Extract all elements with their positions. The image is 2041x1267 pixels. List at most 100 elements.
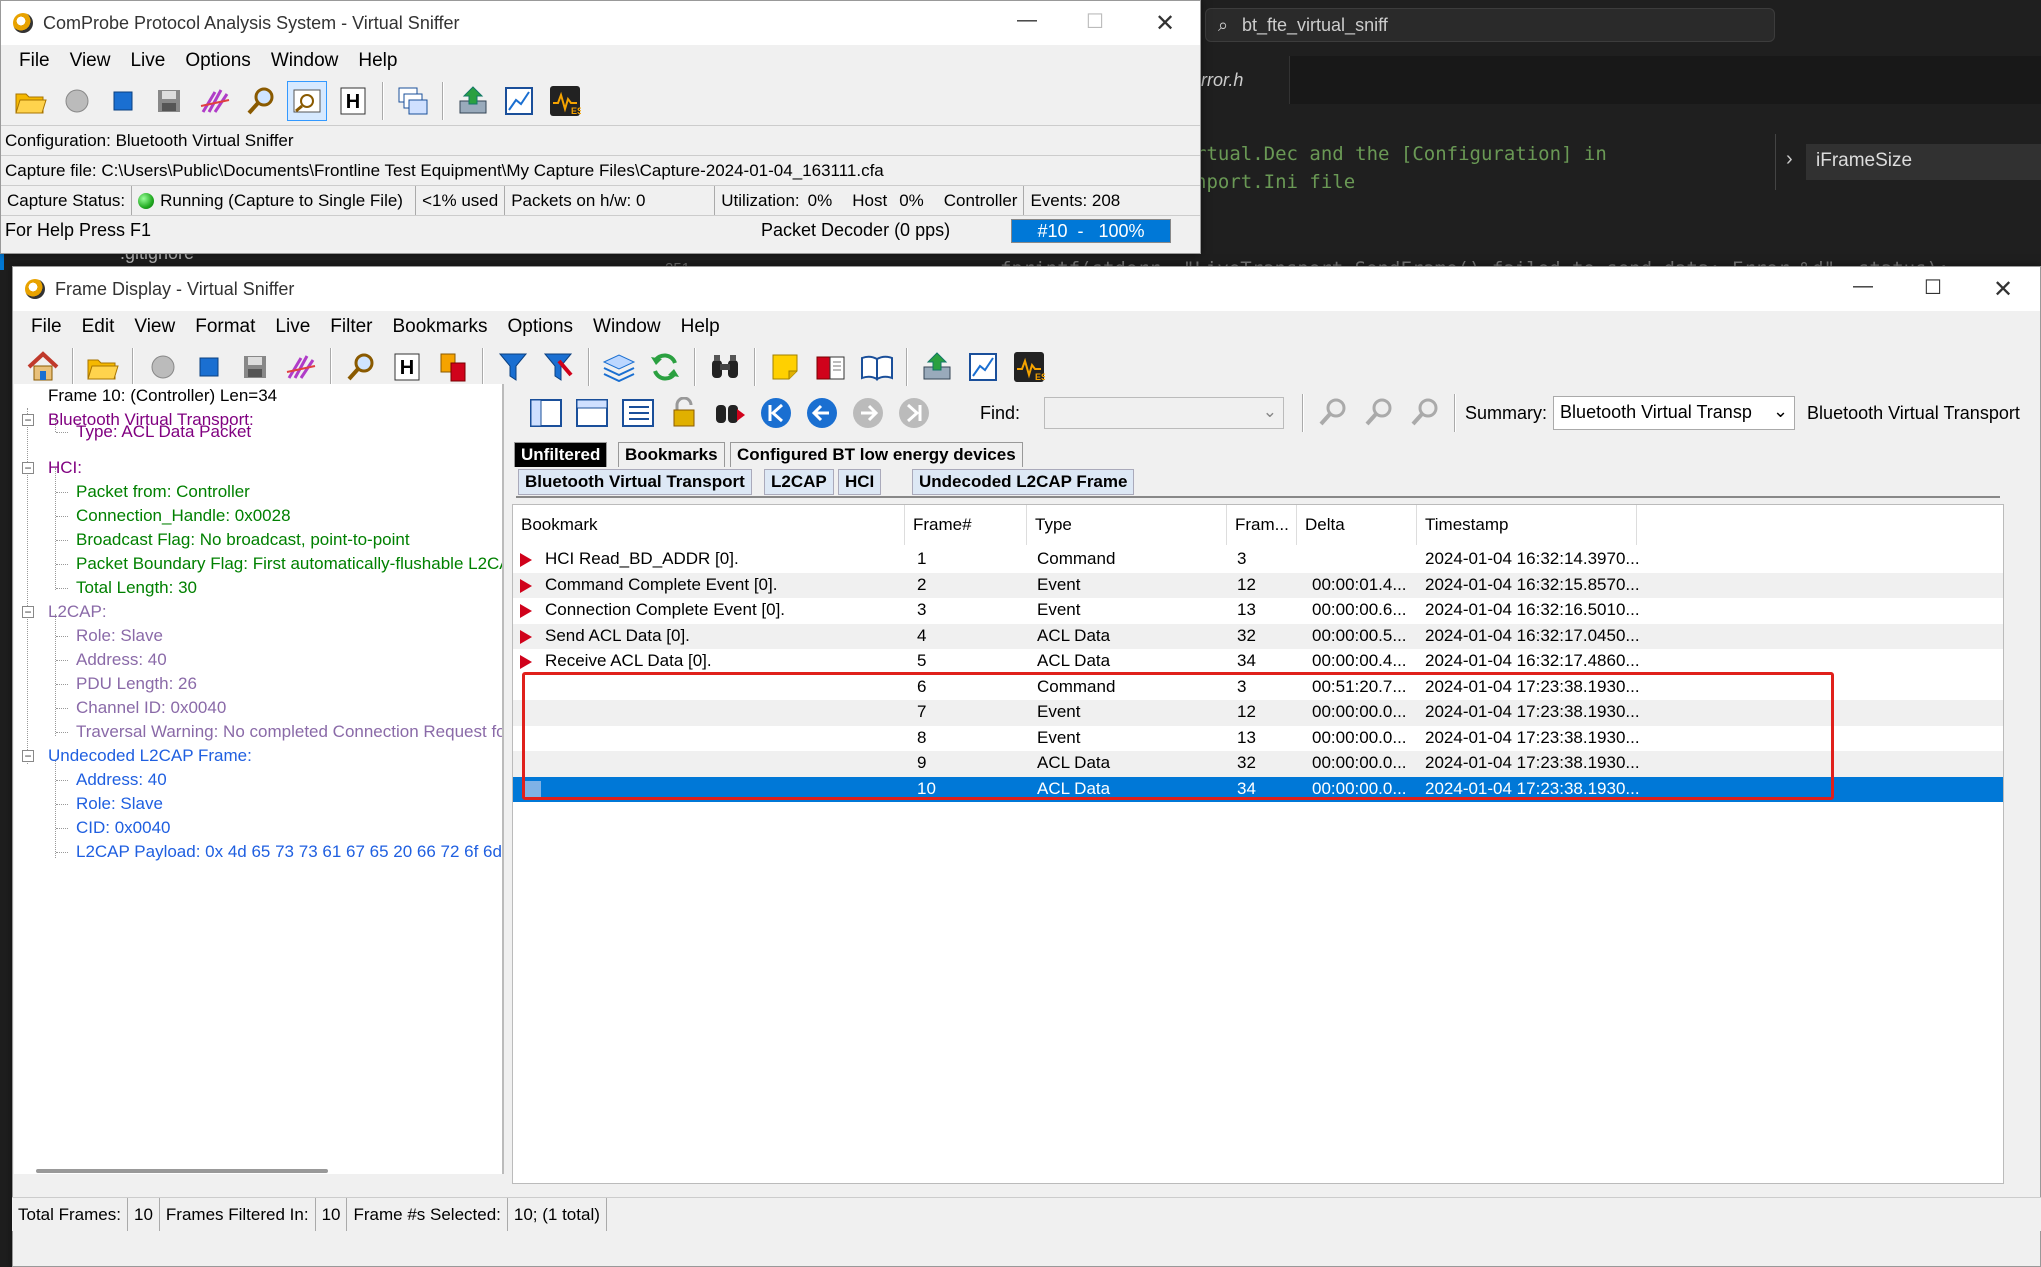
clear-button[interactable]	[195, 81, 235, 121]
collapse-icon[interactable]: −	[22, 462, 34, 474]
first-frame-button[interactable]	[756, 393, 796, 433]
menu-live[interactable]: Live	[265, 316, 320, 338]
ide-tab-error-h[interactable]: rror.h	[1195, 56, 1290, 104]
export-button[interactable]	[917, 347, 957, 387]
tree-horizontal-scrollbar[interactable]	[36, 1169, 328, 1173]
find-next-button[interactable]	[1405, 393, 1445, 433]
column-header-frame-size[interactable]: Fram...	[1227, 505, 1297, 545]
tree-l2cap-traversal-warning[interactable]: Traversal Warning: No completed Connecti…	[76, 720, 502, 744]
column-header-bookmark[interactable]: Bookmark	[513, 505, 905, 545]
table-row[interactable]: Command Complete Event [0]. 2 Event 12 0…	[513, 572, 2003, 598]
maximize-button[interactable]: ☐	[1913, 275, 1953, 303]
decode-tree-pane[interactable]: Frame 10: (Controller) Len=34 − Bluetoot…	[14, 384, 504, 1174]
tab-configured-le-devices[interactable]: Configured BT low energy devices	[730, 442, 1023, 467]
statistics-button[interactable]	[963, 347, 1003, 387]
pane-layout-button-1[interactable]	[526, 393, 566, 433]
next-frame-button[interactable]	[848, 393, 888, 433]
tree-l2cap-address[interactable]: Address: 40	[76, 648, 167, 672]
quick-filter-button[interactable]	[539, 347, 579, 387]
pane-layout-button-3[interactable]	[618, 393, 658, 433]
table-row[interactable]: 7 Event 12 00:00:00.0... 2024-01-04 17:2…	[513, 700, 2003, 726]
notes-button[interactable]	[765, 347, 805, 387]
ide-outline-field[interactable]: iFrameSize	[1806, 144, 2041, 180]
es-button[interactable]: ES	[1009, 347, 1049, 387]
collapse-icon[interactable]: −	[22, 414, 34, 426]
find-previous-button[interactable]	[1359, 393, 1399, 433]
table-row[interactable]: Receive ACL Data [0]. 5 ACL Data 34 00:0…	[513, 649, 2003, 675]
hex-display-button[interactable]: H	[387, 347, 427, 387]
bookmark-book-button[interactable]	[811, 347, 851, 387]
menu-file[interactable]: File	[21, 316, 72, 338]
statistics-button[interactable]	[499, 81, 539, 121]
table-row[interactable]: HCI Read_BD_ADDR [0]. 1 Command 3 2024-0…	[513, 547, 2003, 573]
tree-hci-node[interactable]: HCI:	[48, 456, 82, 480]
tab-bookmarks[interactable]: Bookmarks	[618, 442, 725, 467]
tree-undecoded-address[interactable]: Address: 40	[76, 768, 167, 792]
menu-bookmarks[interactable]: Bookmarks	[383, 316, 498, 338]
pane-layout-button-2[interactable]	[572, 393, 612, 433]
ide-search-box[interactable]: ⌕ bt_fte_virtual_sniff	[1205, 8, 1775, 42]
tab-unfiltered[interactable]: Unfiltered	[514, 442, 608, 467]
menu-options[interactable]: Options	[175, 50, 260, 72]
find-combobox[interactable]: ⌄	[1044, 397, 1285, 429]
open-folder-button[interactable]	[11, 81, 51, 121]
menu-options[interactable]: Options	[498, 316, 583, 338]
record-button[interactable]	[143, 347, 183, 387]
export-button[interactable]	[453, 81, 493, 121]
find-next-bookmark-button[interactable]	[710, 393, 750, 433]
chevron-right-icon[interactable]: ›	[1786, 148, 1793, 171]
filter-button[interactable]	[493, 347, 533, 387]
tree-l2cap-node[interactable]: L2CAP:	[48, 600, 107, 624]
event-display-button[interactable]	[287, 81, 327, 121]
table-row[interactable]: 8 Event 13 00:00:00.0... 2024-01-04 17:2…	[513, 726, 2003, 752]
table-row[interactable]: Connection Complete Event [0]. 3 Event 1…	[513, 598, 2003, 624]
save-button[interactable]	[235, 347, 275, 387]
layers-button[interactable]	[599, 347, 639, 387]
save-button[interactable]	[149, 81, 189, 121]
menu-view[interactable]: View	[124, 316, 185, 338]
tab-l2cap[interactable]: L2CAP	[764, 469, 834, 495]
tree-l2cap-role[interactable]: Role: Slave	[76, 624, 163, 648]
column-header-timestamp[interactable]: Timestamp	[1417, 505, 1637, 545]
frame-summary-grid[interactable]: Bookmark Frame# Type Fram... Delta Times…	[512, 504, 2004, 1184]
menu-file[interactable]: File	[9, 50, 60, 72]
tree-frame-summary[interactable]: Frame 10: (Controller) Len=34	[48, 384, 277, 408]
tree-undecoded-node[interactable]: Undecoded L2CAP Frame:	[48, 744, 252, 768]
menu-window[interactable]: Window	[261, 50, 349, 72]
column-header-frame[interactable]: Frame#	[905, 505, 1027, 545]
clear-button[interactable]	[281, 347, 321, 387]
protocol-stack-button[interactable]	[433, 347, 473, 387]
summary-select[interactable]: Bluetooth Virtual Transp ⌄	[1553, 396, 1796, 430]
tree-undecoded-cid[interactable]: CID: 0x0040	[76, 816, 171, 840]
last-frame-button[interactable]	[894, 393, 934, 433]
table-row[interactable]: Send ACL Data [0]. 4 ACL Data 32 00:00:0…	[513, 623, 2003, 649]
tree-undecoded-role[interactable]: Role: Slave	[76, 792, 163, 816]
tree-l2cap-channel-id[interactable]: Channel ID: 0x0040	[76, 696, 226, 720]
menu-edit[interactable]: Edit	[72, 316, 125, 338]
frame-display-button[interactable]	[341, 347, 381, 387]
refresh-button[interactable]	[645, 347, 685, 387]
menu-live[interactable]: Live	[120, 50, 175, 72]
collapse-icon[interactable]: −	[22, 606, 34, 618]
open-book-button[interactable]	[857, 347, 897, 387]
tab-bluetooth-virtual-transport[interactable]: Bluetooth Virtual Transport	[518, 469, 752, 495]
column-header-type[interactable]: Type	[1027, 505, 1227, 545]
maximize-button[interactable]: ☐	[1075, 9, 1115, 37]
home-button[interactable]	[23, 347, 63, 387]
menu-view[interactable]: View	[60, 50, 121, 72]
tab-undecoded-l2cap-frame[interactable]: Undecoded L2CAP Frame	[912, 469, 1135, 495]
menu-window[interactable]: Window	[583, 316, 671, 338]
menu-help[interactable]: Help	[671, 316, 730, 338]
menu-help[interactable]: Help	[348, 50, 407, 72]
tree-hci-boundary-flag[interactable]: Packet Boundary Flag: First automaticall…	[76, 552, 502, 576]
column-header-delta[interactable]: Delta	[1297, 505, 1417, 545]
minimize-button[interactable]: —	[1007, 9, 1047, 37]
close-button[interactable]: ✕	[1145, 9, 1185, 37]
tree-l2cap-pdu-length[interactable]: PDU Length: 26	[76, 672, 197, 696]
lock-button[interactable]	[664, 393, 704, 433]
es-button[interactable]: ES	[545, 81, 585, 121]
table-row[interactable]: 9 ACL Data 32 00:00:00.0... 2024-01-04 1…	[513, 751, 2003, 777]
tree-hci-total-length[interactable]: Total Length: 30	[76, 576, 197, 600]
find-button[interactable]	[705, 347, 745, 387]
record-button[interactable]	[57, 81, 97, 121]
